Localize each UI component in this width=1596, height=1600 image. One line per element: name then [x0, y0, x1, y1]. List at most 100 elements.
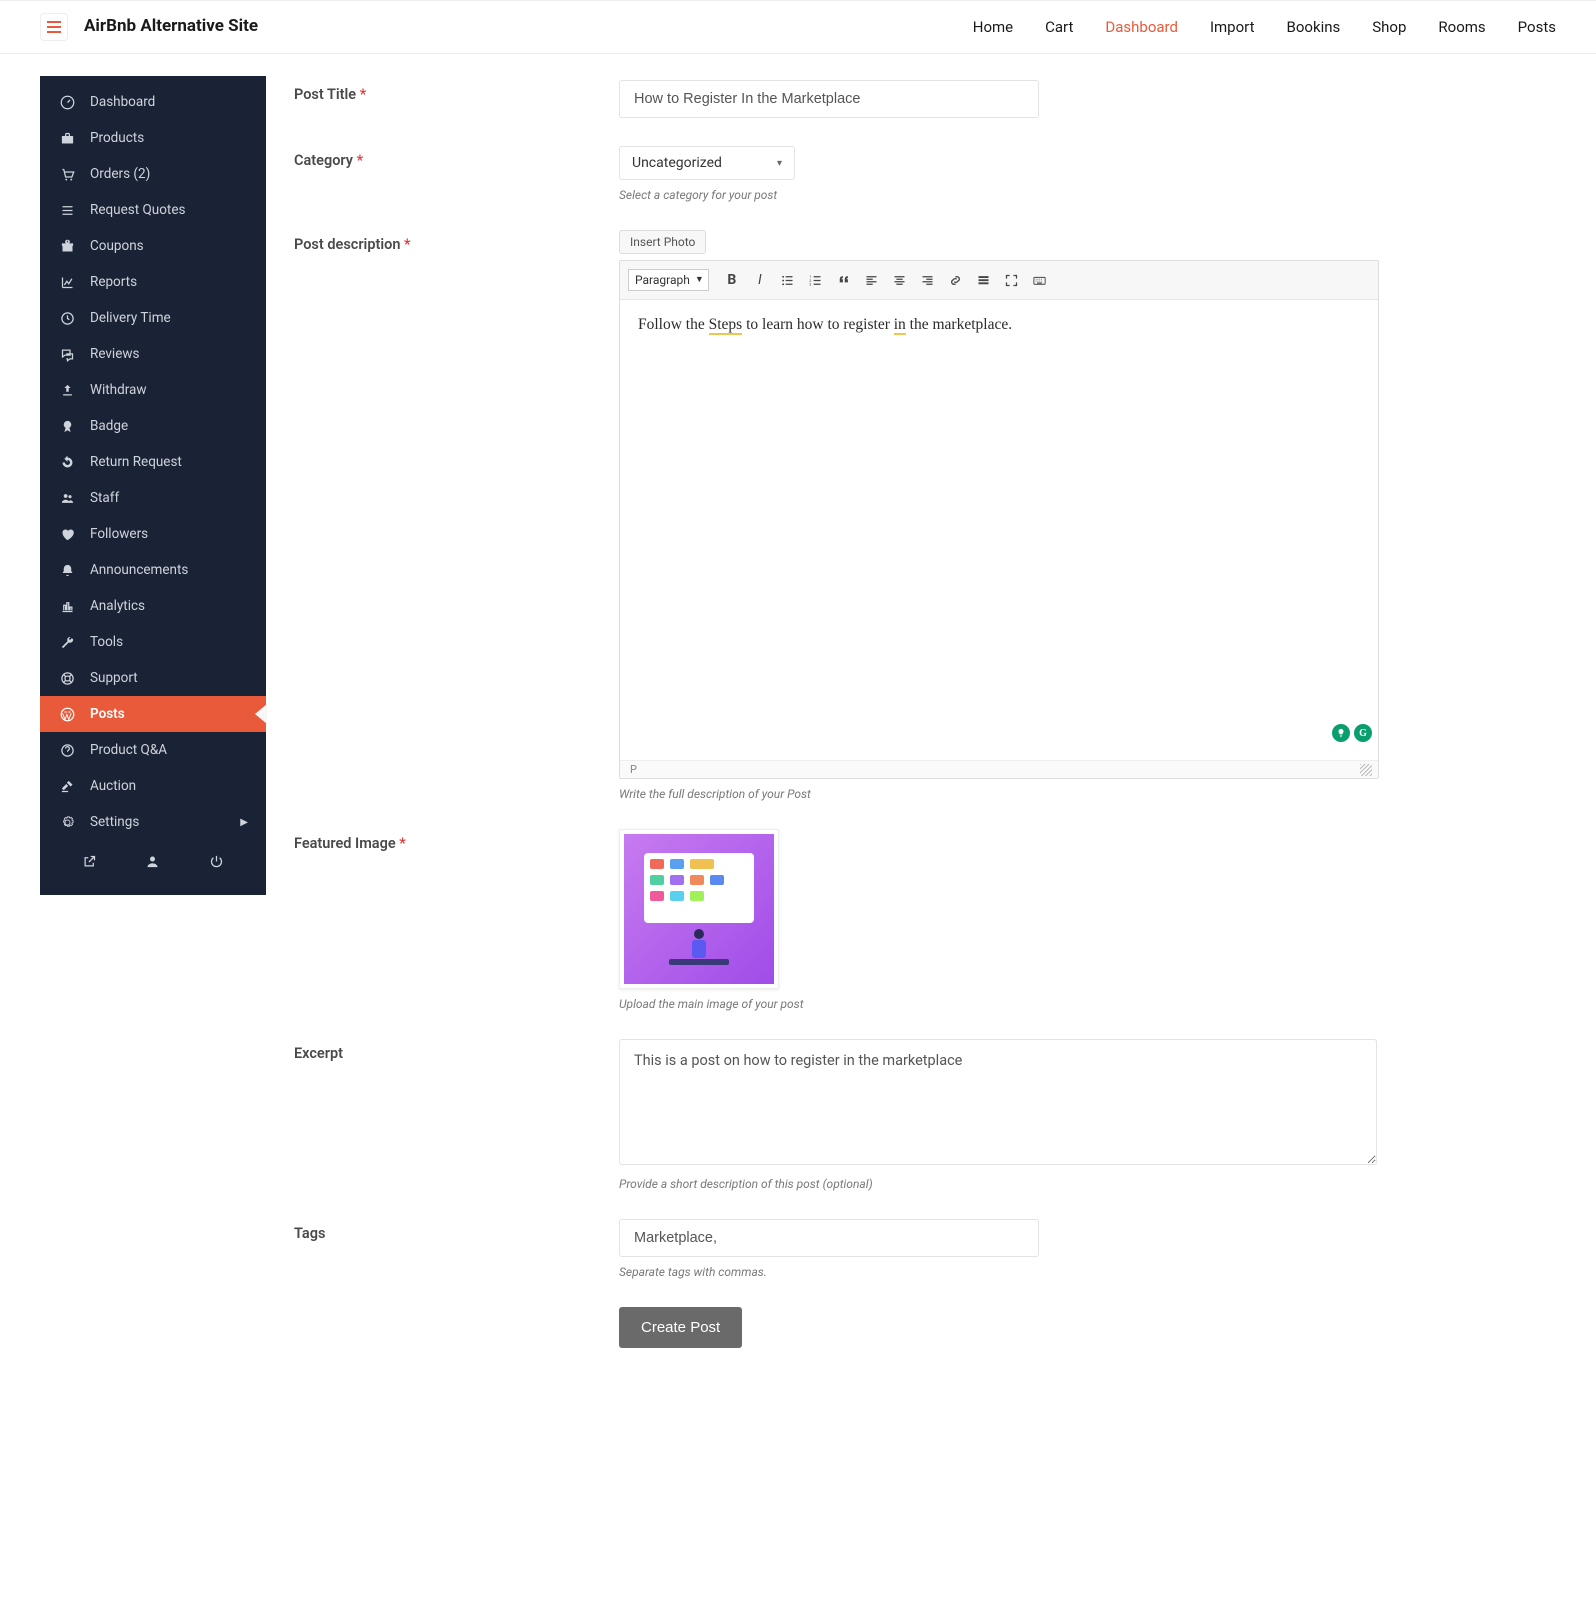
align-right-button[interactable] — [915, 267, 941, 293]
sidebar-item-label: Followers — [90, 526, 148, 542]
label-tags: Tags — [294, 1219, 619, 1242]
sidebar-item-label: Coupons — [90, 238, 144, 254]
sidebar-item-label: Reports — [90, 274, 137, 290]
resize-handle[interactable] — [1360, 764, 1372, 776]
topnav-home[interactable]: Home — [973, 18, 1013, 36]
excerpt-textarea[interactable] — [619, 1039, 1377, 1165]
sidebar-item-tools[interactable]: Tools — [40, 624, 266, 660]
italic-button[interactable]: I — [747, 267, 773, 293]
featured-image-upload[interactable] — [619, 829, 779, 989]
sidebar-item-withdraw[interactable]: Withdraw — [40, 372, 266, 408]
sidebar-item-return-request[interactable]: Return Request — [40, 444, 266, 480]
sidebar-item-dashboard[interactable]: Dashboard — [40, 84, 266, 120]
fullscreen-button[interactable] — [999, 267, 1025, 293]
bold-button[interactable]: B — [719, 267, 745, 293]
topnav-cart[interactable]: Cart — [1045, 18, 1073, 36]
keyboard-button[interactable] — [1027, 267, 1053, 293]
sidebar-item-reviews[interactable]: Reviews — [40, 336, 266, 372]
sidebar-item-support[interactable]: Support — [40, 660, 266, 696]
sidebar-item-announcements[interactable]: Announcements — [40, 552, 266, 588]
hamburger-button[interactable] — [40, 13, 68, 41]
briefcase-icon — [58, 131, 76, 146]
topnav-shop[interactable]: Shop — [1372, 18, 1406, 36]
label-featured-image: Featured Image * — [294, 829, 619, 852]
users-icon — [58, 491, 76, 506]
sidebar-item-settings[interactable]: Settings ▶ — [40, 804, 266, 840]
top-nav: Home Cart Dashboard Import Bookins Shop … — [973, 18, 1556, 36]
gift-icon — [58, 239, 76, 254]
create-post-button[interactable]: Create Post — [619, 1307, 742, 1348]
row-description: Post description * Insert Photo Paragrap… — [294, 230, 1556, 801]
analytics-icon — [58, 599, 76, 614]
upload-icon — [58, 383, 76, 398]
sidebar-item-auction[interactable]: Auction — [40, 768, 266, 804]
editor-body[interactable]: Follow the Steps to learn how to registe… — [620, 300, 1378, 760]
header: AirBnb Alternative Site Home Cart Dashbo… — [0, 0, 1596, 54]
row-post-title: Post Title * — [294, 80, 1556, 118]
rich-editor: Paragraph ▼ B I 123 — [619, 260, 1379, 779]
sidebar-item-posts[interactable]: Posts — [40, 696, 266, 732]
gear-icon — [58, 815, 76, 830]
grammarly-hint-icon[interactable] — [1332, 724, 1350, 742]
row-tags: Tags Separate tags with commas. — [294, 1219, 1556, 1279]
blockquote-button[interactable] — [831, 267, 857, 293]
align-left-button[interactable] — [859, 267, 885, 293]
insert-photo-button[interactable]: Insert Photo — [619, 230, 706, 254]
tags-input[interactable] — [619, 1219, 1039, 1257]
align-center-button[interactable] — [887, 267, 913, 293]
bell-icon — [58, 563, 76, 578]
featured-image-helper: Upload the main image of your post — [619, 997, 1379, 1011]
post-title-input[interactable] — [619, 80, 1039, 118]
topnav-dashboard[interactable]: Dashboard — [1105, 18, 1178, 36]
label-description: Post description * — [294, 230, 619, 253]
sidebar-item-coupons[interactable]: Coupons — [40, 228, 266, 264]
sidebar-item-analytics[interactable]: Analytics — [40, 588, 266, 624]
sidebar-item-product-qa[interactable]: Product Q&A — [40, 732, 266, 768]
numbered-list-button[interactable]: 123 — [803, 267, 829, 293]
sidebar-item-label: Staff — [90, 490, 119, 506]
sidebar-item-label: Settings — [90, 814, 139, 830]
grammarly-g-icon[interactable]: G — [1354, 724, 1372, 742]
badge-icon — [58, 419, 76, 434]
sidebar-item-label: Return Request — [90, 454, 182, 470]
topnav-bookins[interactable]: Bookins — [1287, 18, 1341, 36]
sidebar-item-reports[interactable]: Reports — [40, 264, 266, 300]
label-post-title: Post Title * — [294, 80, 619, 103]
topnav-posts[interactable]: Posts — [1518, 18, 1556, 36]
heart-icon — [58, 527, 76, 542]
category-helper: Select a category for your post — [619, 188, 1379, 202]
power-button[interactable] — [209, 854, 224, 869]
grammarly-widget: G — [1332, 724, 1372, 742]
site-title: AirBnb Alternative Site — [84, 16, 258, 37]
wordpress-icon — [58, 707, 76, 722]
sidebar-item-label: Product Q&A — [90, 742, 167, 758]
category-select[interactable]: Uncategorized ▾ — [619, 146, 795, 180]
sidebar-item-label: Announcements — [90, 562, 188, 578]
sidebar-item-label: Delivery Time — [90, 310, 171, 326]
question-icon — [58, 743, 76, 758]
support-icon — [58, 671, 76, 686]
sidebar-item-label: Products — [90, 130, 144, 146]
topnav-import[interactable]: Import — [1210, 18, 1255, 36]
sidebar-item-orders[interactable]: Orders (2) — [40, 156, 266, 192]
sidebar: Dashboard Products Orders (2) Request Qu… — [40, 76, 266, 895]
topnav-rooms[interactable]: Rooms — [1438, 18, 1485, 36]
sidebar-item-delivery-time[interactable]: Delivery Time — [40, 300, 266, 336]
label-category: Category * — [294, 146, 619, 169]
external-link-button[interactable] — [82, 854, 97, 869]
sidebar-item-label: Dashboard — [90, 94, 155, 110]
insert-button[interactable] — [971, 267, 997, 293]
sidebar-item-staff[interactable]: Staff — [40, 480, 266, 516]
link-button[interactable] — [943, 267, 969, 293]
sidebar-item-label: Request Quotes — [90, 202, 185, 218]
sidebar-item-badge[interactable]: Badge — [40, 408, 266, 444]
user-button[interactable] — [145, 854, 160, 869]
sidebar-item-products[interactable]: Products — [40, 120, 266, 156]
bullet-list-button[interactable] — [775, 267, 801, 293]
sidebar-item-followers[interactable]: Followers — [40, 516, 266, 552]
format-select[interactable]: Paragraph ▼ — [628, 269, 709, 291]
caret-right-icon: ▶ — [240, 817, 248, 828]
svg-text:3: 3 — [810, 282, 812, 286]
row-submit: Create Post — [294, 1307, 1556, 1348]
sidebar-item-request-quotes[interactable]: Request Quotes — [40, 192, 266, 228]
